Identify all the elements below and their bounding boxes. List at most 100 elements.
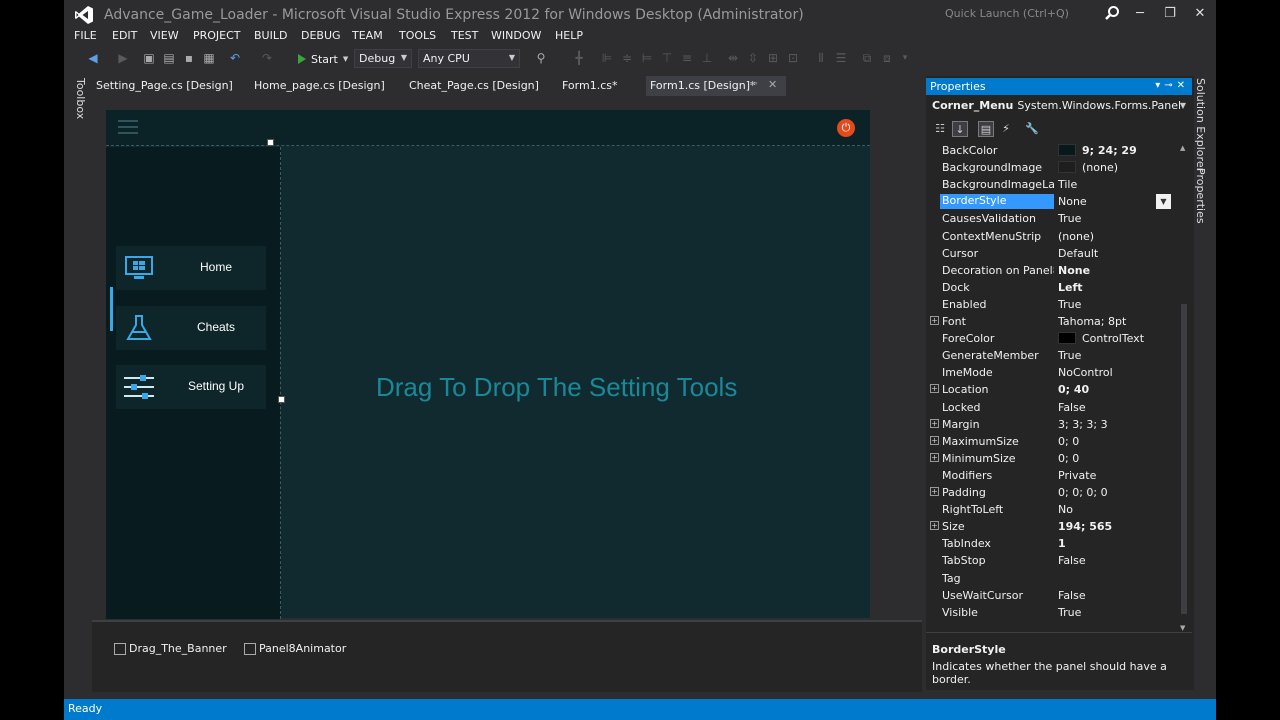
menu-test[interactable]: TEST [451, 29, 478, 42]
property-row[interactable]: TabIndex 1 [930, 535, 1178, 552]
chevron-down-icon[interactable]: ▾ [1155, 80, 1164, 91]
property-row[interactable]: Cursor Default [930, 245, 1178, 262]
menu-file[interactable]: FILE [74, 29, 97, 42]
property-row[interactable]: UseWaitCursor False [930, 587, 1178, 604]
chevron-down-icon[interactable]: ▼ [1156, 194, 1171, 210]
menu-window[interactable]: WINDOW [491, 29, 541, 42]
scroll-down-icon[interactable]: ▼ [1180, 624, 1185, 632]
object-selector[interactable]: Corner_Menu System.Windows.Forms.Panel [932, 99, 1181, 112]
property-value-cell[interactable]: None [1058, 264, 1090, 277]
property-row[interactable]: BorderStyle None ▼ [930, 193, 1178, 210]
chevron-down-icon[interactable]: ▼ [1180, 101, 1186, 110]
menu-build[interactable]: BUILD [254, 29, 287, 42]
solution-explorer-tab[interactable]: Solution Explorer [1194, 78, 1207, 172]
save-icon[interactable]: ▪ [182, 51, 196, 65]
attach-icon[interactable]: ⚲ [534, 51, 548, 65]
close-icon[interactable]: ✕ [1177, 80, 1189, 91]
property-value-cell[interactable]: Tile [1058, 178, 1077, 191]
property-row[interactable]: BackgroundImage (none) [930, 159, 1178, 176]
categorized-icon[interactable]: ☷ [932, 121, 948, 137]
property-row[interactable]: CausesValidation True [930, 210, 1178, 227]
undo-icon[interactable]: ↶ [228, 51, 242, 65]
scroll-up-icon[interactable]: ▲ [1180, 144, 1185, 152]
toolbox-tab[interactable]: Toolbox [74, 78, 87, 119]
property-value-cell[interactable]: 1 [1058, 537, 1066, 550]
toolbar-overflow-icon[interactable]: ▾ [898, 51, 912, 65]
solution-platform-select[interactable]: Any CPU ▼ [418, 49, 520, 68]
scroll-thumb[interactable] [1181, 304, 1187, 614]
solution-configuration-select[interactable]: Debug ▼ [354, 49, 412, 68]
property-row[interactable]: Decoration on Panel8Animator None [930, 262, 1178, 279]
property-row[interactable]: Modifiers Private [930, 467, 1178, 484]
power-icon[interactable]: ⏻ [837, 119, 855, 137]
property-value-cell[interactable]: 0; 0 [1058, 452, 1079, 465]
horizontal-spacing-icon[interactable]: ⦀ [814, 51, 828, 65]
resize-handle[interactable] [267, 139, 274, 146]
property-row[interactable]: ImeMode NoControl [930, 364, 1178, 381]
menu-project[interactable]: PROJECT [193, 29, 241, 42]
corner-menu-panel[interactable]: Home Cheats Setting Up [106, 147, 281, 619]
align-lefts-icon[interactable]: ⊫ [600, 51, 614, 65]
property-row[interactable]: BackgroundImageLayout Tile [930, 176, 1178, 193]
size-to-grid-icon[interactable]: ⊡ [786, 51, 800, 65]
make-same-height-icon[interactable]: ⇳ [746, 51, 760, 65]
close-button[interactable]: ✕ [1186, 4, 1214, 24]
tab-home-page-design[interactable]: Home_page.cs [Design] [250, 76, 389, 96]
property-value-cell[interactable]: True [1058, 298, 1081, 311]
align-middles-icon[interactable]: ≡ [680, 51, 694, 65]
align-centers-icon[interactable]: ≑ [620, 51, 634, 65]
property-value-cell[interactable]: (none) [1058, 230, 1094, 243]
property-value-cell[interactable]: Tahoma; 8pt [1058, 315, 1126, 328]
menu-debug[interactable]: DEBUG [301, 29, 341, 42]
search-icon[interactable] [1104, 5, 1120, 21]
home-menu-button[interactable]: Home [116, 246, 266, 290]
forward-icon[interactable]: ▶ [116, 51, 130, 65]
property-value-cell[interactable]: None [1058, 195, 1087, 208]
tab-setting-page-design[interactable]: Setting_Page.cs [Design] [92, 76, 237, 96]
restore-button[interactable]: ❐ [1156, 4, 1184, 24]
save-all-icon[interactable]: ▦ [202, 51, 216, 65]
send-to-back-icon[interactable]: ⧈ [880, 51, 894, 65]
properties-icon[interactable]: ▤ [978, 121, 994, 137]
pin-icon[interactable]: ⊸ [1164, 80, 1176, 91]
property-row[interactable]: + Font Tahoma; 8pt [930, 313, 1178, 330]
make-same-size-icon[interactable]: ⊞ [766, 51, 780, 65]
redo-icon[interactable]: ↷ [260, 51, 274, 65]
property-row[interactable]: ContextMenuStrip (none) [930, 228, 1178, 245]
expand-icon[interactable]: + [930, 384, 939, 394]
hamburger-menu-icon[interactable] [118, 120, 138, 136]
property-value-cell[interactable]: NoControl [1058, 366, 1113, 379]
property-row[interactable]: Visible True [930, 604, 1178, 621]
close-tab-icon[interactable]: ✕ [768, 78, 777, 91]
property-grid-scrollbar[interactable]: ▲ ▼ [1180, 144, 1188, 634]
property-row[interactable]: + MaximumSize 0; 0 [930, 433, 1178, 450]
property-value-cell[interactable]: 3; 3; 3; 3 [1058, 418, 1108, 431]
property-pages-icon[interactable]: 🔧 [1024, 121, 1040, 137]
property-value-cell[interactable]: True [1058, 212, 1081, 225]
menu-team[interactable]: TEAM [352, 29, 383, 42]
bring-to-front-icon[interactable]: ⧉ [860, 51, 874, 65]
property-value-cell[interactable]: 0; 40 [1058, 383, 1089, 396]
align-bottoms-icon[interactable]: ⊥ [700, 51, 714, 65]
tray-item-drag-banner[interactable]: Drag_The_Banner [114, 642, 227, 655]
property-value-cell[interactable]: (none) [1058, 161, 1118, 174]
quick-launch-input[interactable]: Quick Launch (Ctrl+Q) [940, 4, 1120, 24]
property-value-cell[interactable]: Left [1058, 281, 1083, 294]
cheats-menu-button[interactable]: Cheats [116, 306, 266, 350]
property-value-cell[interactable]: Default [1058, 247, 1098, 260]
property-value-cell[interactable]: True [1058, 349, 1081, 362]
form-canvas[interactable]: ⏻ Home Cheats Setting Up Drag To Drop Th… [106, 110, 870, 619]
property-row[interactable]: BackColor 9; 24; 29 [930, 142, 1178, 159]
property-value-cell[interactable]: No [1058, 503, 1073, 516]
property-row[interactable]: Tag [930, 570, 1178, 587]
properties-tab[interactable]: Properties [1194, 168, 1207, 224]
menu-view[interactable]: VIEW [150, 29, 179, 42]
expand-icon[interactable]: + [930, 521, 939, 531]
open-file-icon[interactable]: ▤ [162, 51, 176, 65]
property-row[interactable]: + Padding 0; 0; 0; 0 [930, 484, 1178, 501]
start-debugging-button[interactable]: Start ▼ [298, 50, 348, 68]
property-value-cell[interactable]: 9; 24; 29 [1058, 144, 1137, 157]
menu-help[interactable]: HELP [555, 29, 583, 42]
align-grid-icon[interactable]: ╋ [572, 51, 586, 65]
property-row[interactable]: GenerateMember True [930, 347, 1178, 364]
